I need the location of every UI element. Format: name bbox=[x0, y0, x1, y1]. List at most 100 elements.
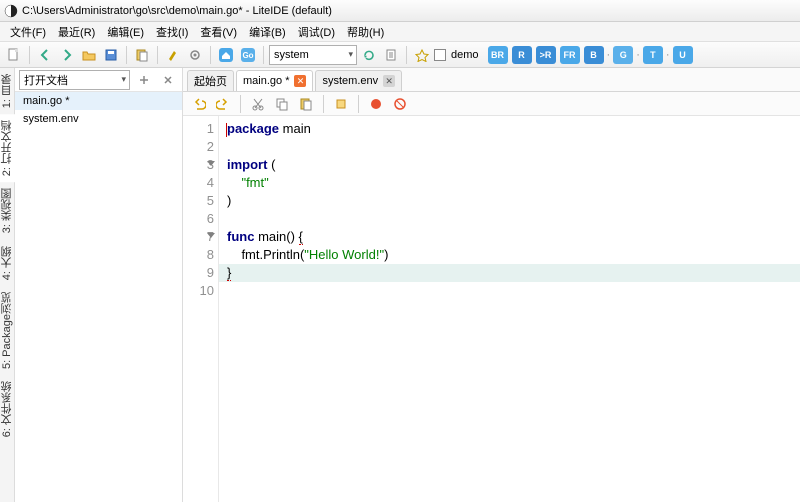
separator bbox=[240, 95, 241, 113]
open-folder-button[interactable] bbox=[79, 45, 99, 65]
editor-tab[interactable]: 起始页 bbox=[187, 70, 234, 91]
badge-br[interactable]: BR bbox=[488, 46, 508, 64]
code-line[interactable]: } bbox=[219, 264, 800, 282]
separator bbox=[157, 46, 158, 64]
menu-build[interactable]: 编译(B) bbox=[243, 22, 292, 42]
env-selector[interactable]: system bbox=[269, 45, 357, 65]
clear-bp-button[interactable] bbox=[390, 94, 410, 114]
editor-tab[interactable]: main.go * ✕ bbox=[236, 70, 313, 91]
vertical-tab[interactable]: 3: 类视图 bbox=[0, 182, 16, 239]
vertical-tab[interactable]: 4: 大纲 bbox=[0, 240, 16, 286]
separator bbox=[263, 46, 264, 64]
vertical-tab[interactable]: 1: 目录 bbox=[0, 68, 16, 114]
line-gutter: 12345678910 bbox=[183, 116, 219, 502]
editor-tab[interactable]: system.env ✕ bbox=[315, 70, 402, 91]
code-line[interactable]: ) bbox=[227, 192, 800, 210]
vertical-tabs: 1: 目录2: 打开文档3: 类视图4: 大纲5: Package浏览6: 文件… bbox=[0, 68, 15, 502]
go-button[interactable]: Go bbox=[238, 45, 258, 65]
env-selector-value: system bbox=[274, 49, 309, 61]
sidebar-pin-icon[interactable] bbox=[134, 70, 154, 90]
refresh-env-button[interactable] bbox=[359, 45, 379, 65]
separator bbox=[29, 46, 30, 64]
new-file-button[interactable] bbox=[4, 45, 24, 65]
badge-sr[interactable]: >R bbox=[536, 46, 556, 64]
toolbar: Go system demo BR R >R FR B · G · T · U bbox=[0, 42, 800, 68]
vertical-tab[interactable]: 6: 文件系统 bbox=[0, 375, 16, 443]
badge-b[interactable]: B bbox=[584, 46, 604, 64]
sidebar: 打开文档 main.go *system.env bbox=[15, 68, 183, 502]
save-button[interactable] bbox=[101, 45, 121, 65]
menu-find[interactable]: 查找(I) bbox=[150, 22, 194, 42]
badge-u[interactable]: U bbox=[673, 46, 693, 64]
code-line[interactable] bbox=[227, 138, 800, 156]
menu-file[interactable]: 文件(F) bbox=[4, 22, 52, 42]
code-line[interactable]: fmt.Println("Hello World!") bbox=[227, 246, 800, 264]
menu-view[interactable]: 查看(V) bbox=[194, 22, 243, 42]
vertical-tab[interactable]: 2: 打开文档 bbox=[0, 114, 16, 182]
menu-debug[interactable]: 调试(D) bbox=[292, 22, 341, 42]
badge-t[interactable]: T bbox=[643, 46, 663, 64]
format-button[interactable] bbox=[331, 94, 351, 114]
tab-close-icon[interactable]: ✕ bbox=[294, 75, 306, 87]
demo-checkbox-label: demo bbox=[451, 49, 479, 61]
line-number: 1 bbox=[183, 120, 214, 138]
tab-strip: 起始页 main.go * ✕ system.env ✕ bbox=[183, 68, 800, 92]
redo-button[interactable] bbox=[213, 94, 233, 114]
svg-text:Go: Go bbox=[242, 51, 253, 60]
sidebar-selector[interactable]: 打开文档 bbox=[19, 70, 130, 90]
editor-toolbar bbox=[183, 92, 800, 116]
app-icon bbox=[4, 4, 18, 18]
edit-env-button[interactable] bbox=[381, 45, 401, 65]
breakpoint-button[interactable] bbox=[366, 94, 386, 114]
line-number: 3 bbox=[183, 156, 214, 174]
vertical-tab[interactable]: 5: Package浏览 bbox=[0, 286, 16, 375]
sidebar-list: main.go *system.env bbox=[15, 92, 182, 502]
target-wizard-button[interactable] bbox=[412, 45, 432, 65]
home-button[interactable] bbox=[216, 45, 236, 65]
title-bar: C:\Users\Administrator\go\src\demo\main.… bbox=[0, 0, 800, 22]
demo-checkbox[interactable] bbox=[434, 49, 446, 61]
sidebar-item[interactable]: main.go * bbox=[15, 92, 182, 110]
nav-back-button[interactable] bbox=[35, 45, 55, 65]
line-number: 2 bbox=[183, 138, 214, 156]
menu-recent[interactable]: 最近(R) bbox=[52, 22, 101, 42]
sidebar-header: 打开文档 bbox=[15, 68, 182, 92]
settings-button[interactable] bbox=[185, 45, 205, 65]
line-number: 8 bbox=[183, 246, 214, 264]
tab-label: main.go * bbox=[243, 75, 289, 87]
menu-bar: 文件(F) 最近(R) 编辑(E) 查找(I) 查看(V) 编译(B) 调试(D… bbox=[0, 22, 800, 42]
paste-ed-button[interactable] bbox=[296, 94, 316, 114]
line-number: 10 bbox=[183, 282, 214, 300]
line-number: 7 bbox=[183, 228, 214, 246]
code-line[interactable] bbox=[227, 210, 800, 228]
menu-edit[interactable]: 编辑(E) bbox=[101, 22, 150, 42]
badge-g[interactable]: G bbox=[613, 46, 633, 64]
tab-close-icon[interactable]: ✕ bbox=[383, 75, 395, 87]
copy-button[interactable] bbox=[272, 94, 292, 114]
nav-fwd-button[interactable] bbox=[57, 45, 77, 65]
cut-button[interactable] bbox=[248, 94, 268, 114]
build-button[interactable] bbox=[163, 45, 183, 65]
fold-icon[interactable] bbox=[207, 233, 215, 238]
undo-button[interactable] bbox=[189, 94, 209, 114]
code-line[interactable]: "fmt" bbox=[227, 174, 800, 192]
separator bbox=[406, 46, 407, 64]
fold-icon[interactable] bbox=[207, 161, 215, 166]
tab-label: 起始页 bbox=[194, 73, 227, 89]
separator bbox=[358, 95, 359, 113]
separator bbox=[323, 95, 324, 113]
separator bbox=[126, 46, 127, 64]
menu-help[interactable]: 帮助(H) bbox=[341, 22, 390, 42]
code-line[interactable] bbox=[227, 282, 800, 300]
badge-fr[interactable]: FR bbox=[560, 46, 580, 64]
paste-button[interactable] bbox=[132, 45, 152, 65]
code-line[interactable]: func main() { bbox=[227, 228, 800, 246]
sidebar-item[interactable]: system.env bbox=[15, 110, 182, 128]
code-line[interactable]: import ( bbox=[227, 156, 800, 174]
code-editor[interactable]: 12345678910 package main import ( "fmt") f… bbox=[183, 116, 800, 502]
tab-label: system.env bbox=[322, 75, 378, 87]
sidebar-close-icon[interactable] bbox=[158, 70, 178, 90]
badge-r[interactable]: R bbox=[512, 46, 532, 64]
code-line[interactable]: package main bbox=[227, 120, 800, 138]
code-content[interactable]: package main import ( "fmt") func main() {… bbox=[219, 116, 800, 502]
